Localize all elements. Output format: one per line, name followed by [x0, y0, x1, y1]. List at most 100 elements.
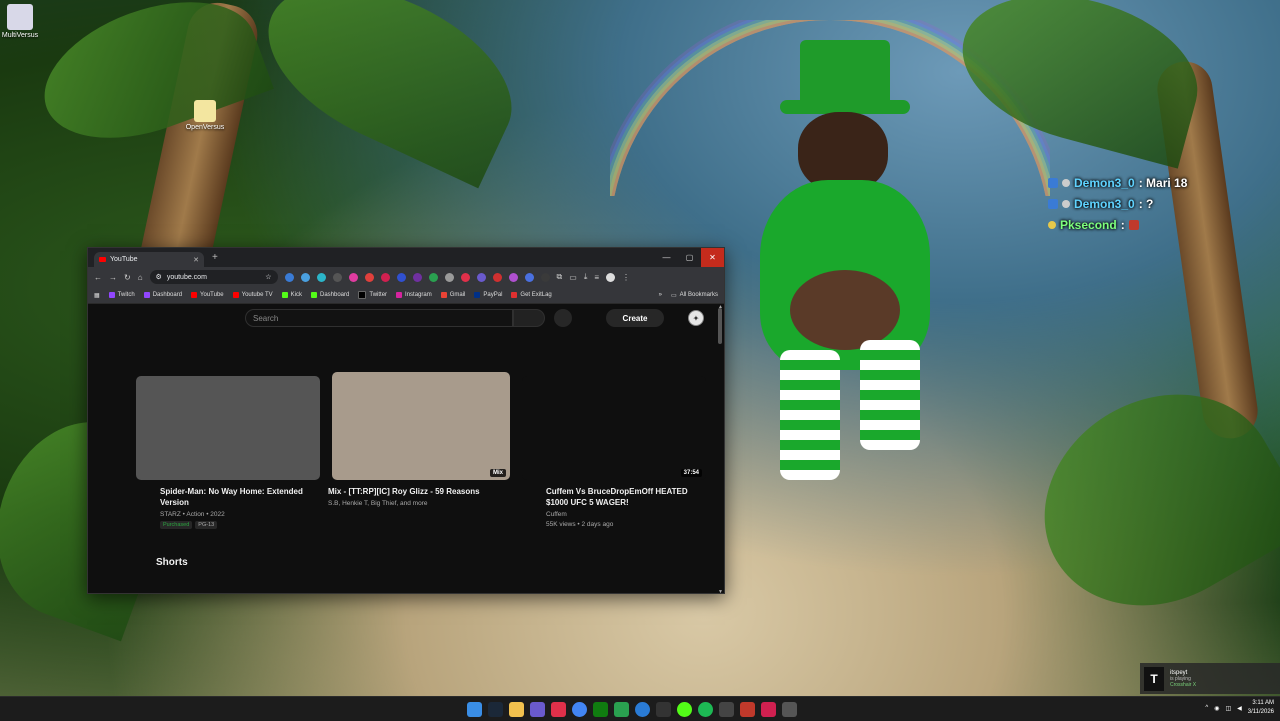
- file-explorer-icon[interactable]: [509, 701, 524, 717]
- site-info-icon[interactable]: ⚙: [156, 273, 162, 281]
- paypal-icon: [474, 292, 481, 298]
- extension-icon[interactable]: [444, 272, 454, 282]
- address-bar[interactable]: ⚙ youtube.com ☆: [149, 270, 278, 284]
- extension-icon[interactable]: [380, 272, 390, 282]
- gmail-icon: [440, 292, 447, 298]
- twitch-icon: [108, 292, 115, 298]
- bookmark-paypal[interactable]: PayPal: [474, 292, 502, 298]
- extension-icon[interactable]: [412, 272, 422, 282]
- video-title[interactable]: Spider-Man: No Way Home: Extended Versio…: [160, 486, 320, 508]
- extension-icon[interactable]: [540, 272, 550, 282]
- create-button[interactable]: Create: [606, 309, 664, 327]
- extension-icon[interactable]: [284, 272, 294, 282]
- app-icon[interactable]: [719, 701, 734, 717]
- app-icon[interactable]: [614, 701, 629, 717]
- close-window-button[interactable]: ✕: [701, 248, 724, 267]
- windows-start-icon[interactable]: [467, 701, 482, 717]
- extension-icon[interactable]: [364, 272, 374, 282]
- scrollbar[interactable]: [718, 308, 722, 344]
- app-icon[interactable]: [677, 701, 692, 717]
- volume-icon[interactable]: ◀: [1237, 705, 1242, 712]
- app-icon[interactable]: [761, 701, 776, 717]
- reading-icon[interactable]: ≡: [594, 273, 599, 282]
- bookmark-kick[interactable]: Kick: [281, 292, 302, 298]
- video-title[interactable]: Cuffem Vs BruceDropEmOff HEATED $1000 UF…: [546, 486, 706, 508]
- mic-icon[interactable]: [554, 309, 572, 327]
- close-tab-icon[interactable]: ✕: [193, 256, 199, 264]
- bookmark-dashboard[interactable]: Dashboard: [143, 292, 182, 298]
- browser-toolbar: ← → ↻ ⌂ ⚙ youtube.com ☆ ⧉ ▭ ⤓ ≡ ⋮: [88, 267, 724, 287]
- reload-icon[interactable]: ↻: [124, 273, 131, 282]
- bookmark-youtube[interactable]: YouTube: [191, 292, 224, 298]
- minimize-button[interactable]: —: [655, 248, 678, 267]
- extension-icon[interactable]: [300, 272, 310, 282]
- game-notification[interactable]: T itspeyt is playing Crosshair X: [1140, 663, 1280, 694]
- steam-icon[interactable]: [488, 701, 503, 717]
- spotify-icon[interactable]: [698, 701, 713, 717]
- home-icon[interactable]: ⌂: [138, 273, 143, 282]
- video-thumbnail[interactable]: 37:54: [522, 376, 706, 480]
- app-icon[interactable]: [530, 701, 545, 717]
- bookmark-gmail[interactable]: Gmail: [440, 292, 465, 298]
- app-icon[interactable]: [635, 701, 650, 717]
- chrome-icon[interactable]: [572, 701, 587, 717]
- app-icon[interactable]: [656, 701, 671, 717]
- video-badges: Purchased PG-13: [160, 521, 320, 529]
- extension-icon[interactable]: [348, 272, 358, 282]
- mic-icon[interactable]: ◉: [1214, 705, 1219, 712]
- xbox-icon[interactable]: [593, 701, 608, 717]
- video-title[interactable]: Mix - [TT:RP][IC] Roy Glizz - 59 Reasons: [328, 486, 510, 497]
- bookmark-star-icon[interactable]: ☆: [265, 273, 271, 281]
- bookmark-youtube-tv[interactable]: Youtube TV: [232, 292, 273, 298]
- video-card[interactable]: Mix Mix - [TT:RP][IC] Roy Glizz - 59 Rea…: [328, 372, 510, 507]
- search-button[interactable]: [513, 309, 545, 327]
- maximize-button[interactable]: ▢: [678, 248, 701, 267]
- video-card[interactable]: 37:54 Cuffem Vs BruceDropEmOff HEATED $1…: [522, 376, 706, 528]
- all-bookmarks-button[interactable]: ▭ All Bookmarks: [671, 292, 718, 299]
- video-stats: 55K views • 2 days ago: [546, 521, 614, 528]
- menu-icon[interactable]: ⋮: [622, 273, 630, 282]
- extension-icon[interactable]: [476, 272, 486, 282]
- desktop-icon-openversus[interactable]: OpenVersus: [183, 100, 227, 131]
- extension-icon[interactable]: [460, 272, 470, 282]
- extension-icon[interactable]: [492, 272, 502, 282]
- app-icon[interactable]: [782, 701, 797, 717]
- bookmarks-overflow-icon[interactable]: »: [659, 292, 662, 298]
- bookmark-twitter[interactable]: Twitter: [358, 291, 387, 299]
- scroll-up-icon[interactable]: ▲: [718, 304, 723, 310]
- extension-icon[interactable]: [524, 272, 534, 282]
- back-icon[interactable]: ←: [94, 273, 102, 282]
- video-thumbnail[interactable]: [136, 376, 320, 480]
- profile-icon[interactable]: [606, 272, 616, 282]
- bookmark-kick-dashboard[interactable]: Dashboard: [311, 292, 349, 298]
- video-card[interactable]: Spider-Man: No Way Home: Extended Versio…: [136, 376, 320, 529]
- extension-icon[interactable]: [508, 272, 518, 282]
- cast-icon[interactable]: ▭: [569, 273, 577, 282]
- avatar[interactable]: ✦: [688, 310, 704, 326]
- app-icon[interactable]: [740, 701, 755, 717]
- extension-icon[interactable]: [332, 272, 342, 282]
- channel-name[interactable]: Cuffem: [546, 511, 706, 518]
- network-icon[interactable]: ◫: [1225, 705, 1231, 712]
- search-input[interactable]: Search: [245, 309, 513, 327]
- desktop-icon-multiversus[interactable]: MultiVersus: [0, 4, 42, 39]
- apps-icon[interactable]: ▦: [94, 292, 100, 299]
- bookmark-exitlag[interactable]: Get ExitLag: [511, 292, 552, 298]
- forward-icon[interactable]: →: [109, 273, 117, 282]
- extension-icon[interactable]: [316, 272, 326, 282]
- app-icon[interactable]: [551, 701, 566, 717]
- extension-icon[interactable]: [428, 272, 438, 282]
- bookmark-instagram[interactable]: Instagram: [396, 292, 432, 298]
- extension-icon[interactable]: [396, 272, 406, 282]
- tray-overflow-icon[interactable]: ^: [1205, 705, 1208, 711]
- bookmark-label: PayPal: [483, 292, 503, 298]
- puzzle-icon[interactable]: ⧉: [557, 272, 563, 282]
- tab-youtube[interactable]: YouTube ✕: [94, 252, 204, 267]
- chat-overlay: Demon3_0 : Mari 18 Demon3_0 : ? Pksecond…: [1048, 172, 1187, 235]
- new-tab-button[interactable]: +: [212, 252, 218, 263]
- bookmark-twitch[interactable]: Twitch: [108, 292, 135, 298]
- scroll-down-icon[interactable]: ▼: [718, 589, 723, 593]
- download-icon[interactable]: ⤓: [584, 272, 588, 282]
- clock[interactable]: 3:11 AM 3/11/2026: [1248, 699, 1274, 717]
- video-thumbnail[interactable]: Mix: [332, 372, 510, 480]
